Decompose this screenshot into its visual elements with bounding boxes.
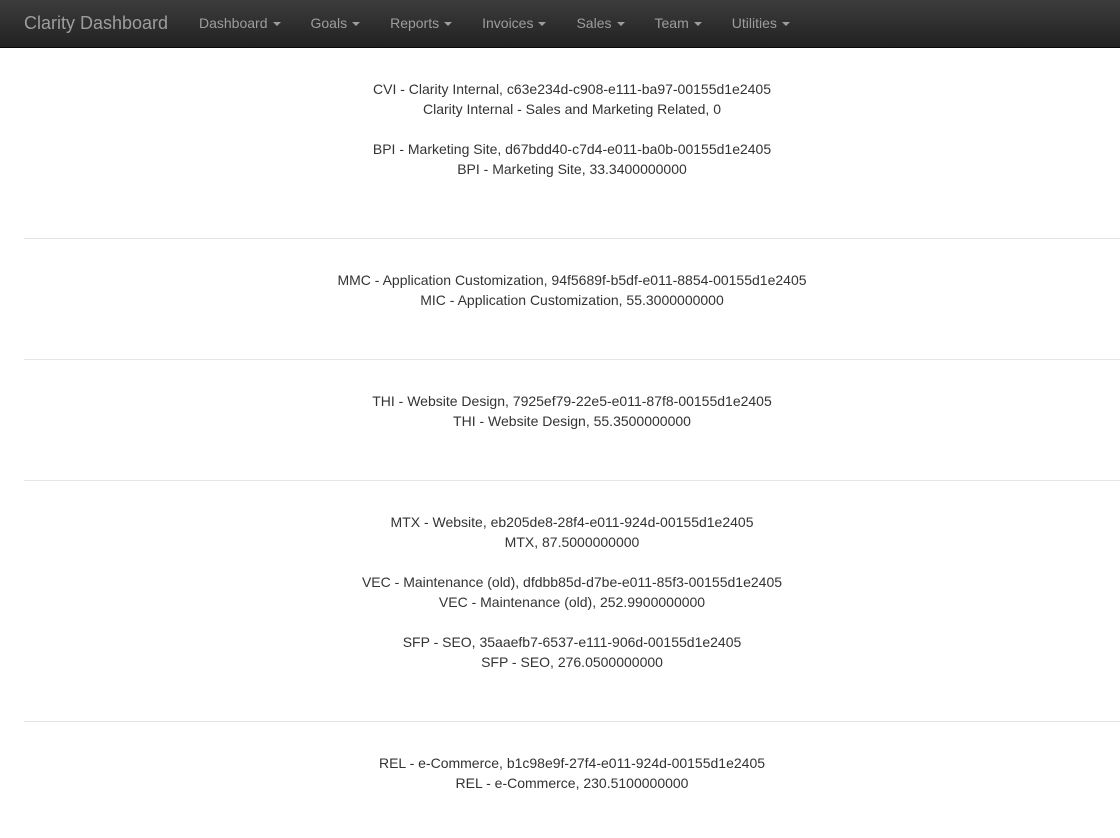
nav-sales-label: Sales	[576, 15, 612, 31]
project-value-line: MIC - Application Customization, 55.3000…	[420, 292, 724, 308]
nav-invoices-label: Invoices	[482, 15, 534, 31]
project-entry: SFP - SEO, 35aaefb7-6537-e111-906d-00155…	[24, 632, 1120, 672]
caret-down-icon	[781, 22, 790, 27]
project-value-line: BPI - Marketing Site, 33.3400000000	[457, 161, 687, 177]
nav-utilities-label: Utilities	[731, 15, 777, 31]
brand-link[interactable]: Clarity Dashboard	[24, 0, 168, 47]
nav-dashboard-dropdown[interactable]: Dashboard	[184, 0, 296, 47]
project-id-line: MTX - Website, eb205de8-28f4-e011-924d-0…	[390, 514, 754, 530]
top-navbar: Clarity Dashboard Dashboard Goals Report…	[0, 0, 1120, 48]
project-entry: MMC - Application Customization, 94f5689…	[24, 270, 1120, 310]
project-value-line: Clarity Internal - Sales and Marketing R…	[422, 101, 722, 117]
nav-reports-label: Reports	[390, 15, 440, 31]
project-value-line: REL - e-Commerce, 230.5100000000	[455, 775, 689, 791]
project-id-line: BPI - Marketing Site, d67bdd40-c7d4-e011…	[372, 141, 772, 157]
project-value-line: VEC - Maintenance (old), 252.9900000000	[438, 594, 706, 610]
nav-dashboard-label: Dashboard	[199, 15, 268, 31]
nav-team-dropdown[interactable]: Team	[640, 0, 717, 47]
caret-down-icon	[352, 22, 361, 27]
project-id-line: VEC - Maintenance (old), dfdbb85d-d7be-e…	[361, 574, 783, 590]
project-value-line: SFP - SEO, 276.0500000000	[481, 654, 663, 670]
main-nav: Dashboard Goals Reports Invoices Sales T…	[184, 0, 805, 47]
project-group: REL - e-Commerce, b1c98e9f-27f4-e011-924…	[24, 722, 1120, 832]
nav-goals-label: Goals	[310, 15, 348, 31]
project-list: CVI - Clarity Internal, c63e234d-c908-e1…	[24, 48, 1120, 832]
caret-down-icon	[538, 22, 547, 27]
project-value-line: MTX, 87.5000000000	[504, 534, 640, 550]
nav-invoices-dropdown[interactable]: Invoices	[467, 0, 561, 47]
project-group: THI - Website Design, 7925ef79-22e5-e011…	[24, 360, 1120, 481]
project-id-line: SFP - SEO, 35aaefb7-6537-e111-906d-00155…	[402, 634, 742, 650]
project-id-line: MMC - Application Customization, 94f5689…	[337, 272, 807, 288]
nav-utilities-dropdown[interactable]: Utilities	[717, 0, 805, 47]
caret-down-icon	[616, 22, 625, 27]
project-entry: VEC - Maintenance (old), dfdbb85d-d7be-e…	[24, 572, 1120, 612]
project-entry: THI - Website Design, 7925ef79-22e5-e011…	[24, 391, 1120, 431]
caret-down-icon	[272, 22, 281, 27]
project-entry: MTX - Website, eb205de8-28f4-e011-924d-0…	[24, 512, 1120, 552]
project-group: CVI - Clarity Internal, c63e234d-c908-e1…	[24, 48, 1120, 239]
project-id-line: REL - e-Commerce, b1c98e9f-27f4-e011-924…	[378, 755, 766, 771]
project-entry: CVI - Clarity Internal, c63e234d-c908-e1…	[24, 79, 1120, 119]
project-group: MMC - Application Customization, 94f5689…	[24, 239, 1120, 360]
nav-sales-dropdown[interactable]: Sales	[561, 0, 639, 47]
project-value-line: THI - Website Design, 55.3500000000	[453, 413, 691, 429]
caret-down-icon	[693, 22, 702, 27]
project-id-line: THI - Website Design, 7925ef79-22e5-e011…	[372, 393, 772, 409]
nav-reports-dropdown[interactable]: Reports	[375, 0, 467, 47]
nav-team-label: Team	[654, 15, 689, 31]
nav-goals-dropdown[interactable]: Goals	[296, 0, 376, 47]
project-group: MTX - Website, eb205de8-28f4-e011-924d-0…	[24, 481, 1120, 722]
project-entry: REL - e-Commerce, b1c98e9f-27f4-e011-924…	[24, 753, 1120, 793]
project-entry: BPI - Marketing Site, d67bdd40-c7d4-e011…	[24, 139, 1120, 179]
project-id-line: CVI - Clarity Internal, c63e234d-c908-e1…	[373, 81, 771, 97]
caret-down-icon	[444, 22, 453, 27]
